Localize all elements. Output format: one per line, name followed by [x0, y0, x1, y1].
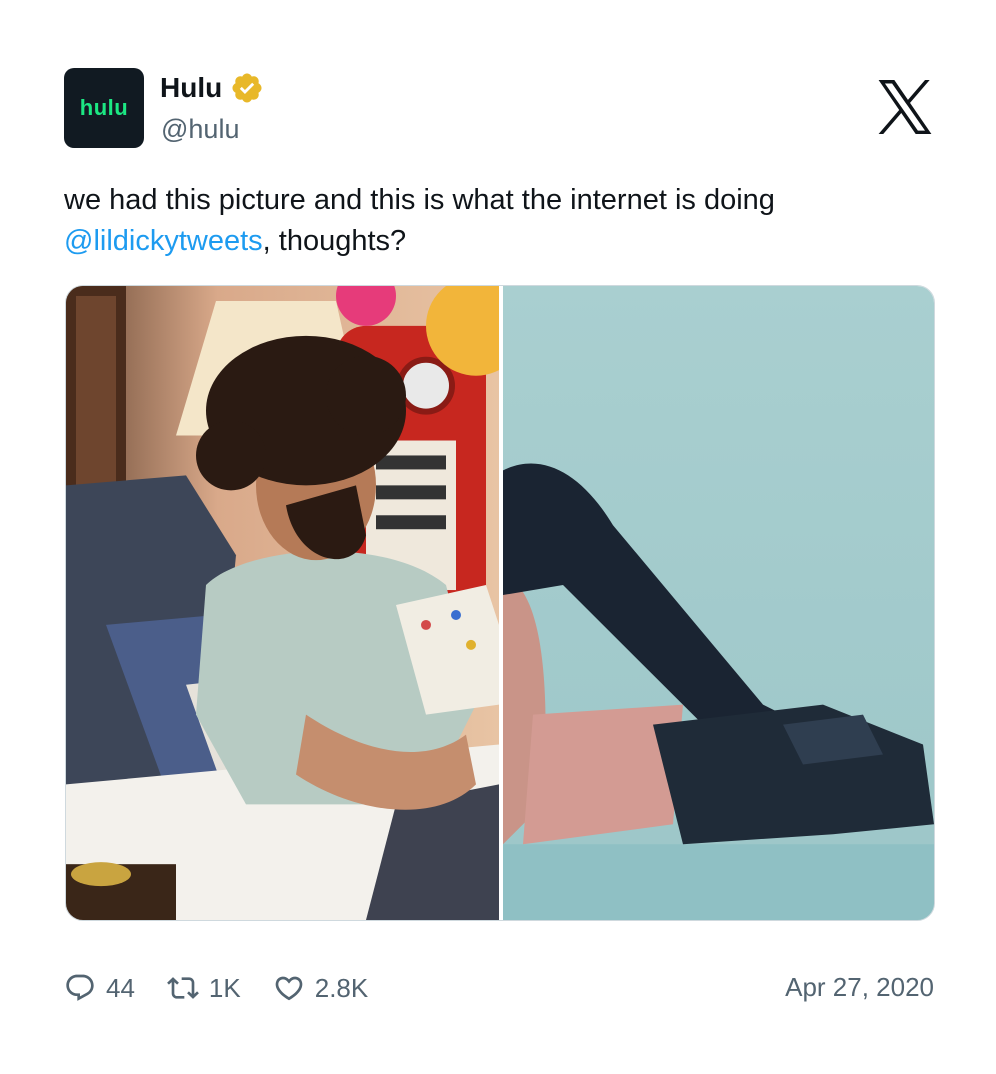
legs-in-black-boots-photo[interactable]: [503, 286, 934, 920]
retweet-icon: [167, 977, 199, 999]
display-name[interactable]: Hulu: [160, 72, 222, 104]
tweet-text: we had this picture and this is what the…: [64, 180, 944, 262]
like-count: 2.8K: [314, 972, 369, 1003]
reply-count: 44: [106, 972, 135, 1003]
avatar-logo-text: hulu: [79, 95, 129, 120]
media-grid: [65, 285, 935, 921]
tweet-text-body: we had this picture and this is what the…: [64, 184, 775, 216]
tweet-text-tail: , thoughts?: [262, 225, 407, 257]
like-button[interactable]: 2.8K: [273, 972, 369, 1004]
tweet-card: hulu Hulu @hulu we had this picture and …: [0, 0, 996, 1074]
x-logo-icon[interactable]: [876, 80, 934, 134]
avatar[interactable]: hulu: [64, 68, 144, 148]
reply-button[interactable]: 44: [64, 972, 135, 1004]
author-name-row: Hulu: [160, 70, 264, 106]
tweet-actions: 44 1K 2.8K: [64, 966, 400, 1010]
mention-link[interactable]: @lildickytweets: [64, 225, 263, 257]
heart-icon: [275, 976, 303, 1001]
man-in-bed-reading-photo[interactable]: [66, 286, 499, 920]
handle[interactable]: @hulu: [161, 114, 239, 145]
reply-icon: [66, 974, 94, 1001]
verified-badge-icon: [232, 73, 262, 103]
retweet-button[interactable]: 1K: [167, 972, 241, 1004]
tweet-date[interactable]: Apr 27, 2020: [785, 972, 934, 1003]
retweet-count: 1K: [208, 972, 241, 1003]
